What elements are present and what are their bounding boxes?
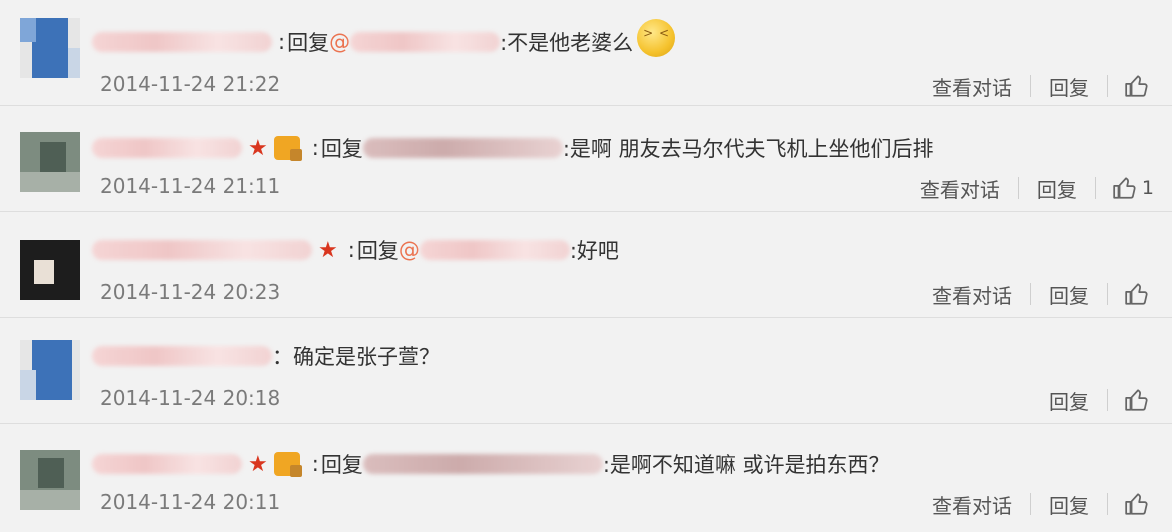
timestamp[interactable]: 2014-11-24 20:11 [100,490,280,514]
like-button[interactable] [1108,491,1172,517]
comment-line: ★ : 回复 @ :好吧 [92,232,619,268]
timestamp[interactable]: 2014-11-24 21:11 [100,174,280,198]
like-button[interactable] [1108,73,1172,99]
avatar[interactable] [20,450,80,510]
comment-actions: 查看对话 回复 1 [902,172,1172,204]
username-blurred[interactable] [92,138,242,158]
timestamp[interactable]: 2014-11-24 20:18 [100,386,280,410]
thumbs-up-icon [1125,75,1148,97]
comment-actions: 查看对话 回复 [914,70,1172,102]
medal-icon [273,452,302,477]
thumbs-up-icon [1113,177,1136,199]
reply-link[interactable]: 回复 [1031,386,1107,415]
comment-text: :是啊 朋友去马尔代夫飞机上坐他们后排 [562,137,934,161]
timestamp[interactable]: 2014-11-24 20:23 [100,280,280,304]
star-icon: ★ [248,135,268,161]
medal-icon [273,136,302,161]
username-blurred[interactable] [92,346,272,366]
like-count: 1 [1141,177,1154,199]
comment-line: ★ : 回复 :是啊 朋友去马尔代夫飞机上坐他们后排 [92,130,934,166]
view-conversation-link[interactable]: 查看对话 [902,174,1018,203]
avatar[interactable] [20,340,80,400]
emoji-icon [637,19,676,57]
reply-prefix: 回复 [320,453,363,477]
comment-text: :不是他老婆么 [500,31,634,55]
reply-link[interactable]: 回复 [1031,280,1107,309]
comment-line: ★ : 回复 :是啊不知道嘛 或许是拍东西？ [92,446,890,482]
comment-actions: 回复 [1031,384,1172,416]
username-blurred[interactable] [92,32,272,52]
comment-line: ：确定是张子萱？ [92,338,440,374]
username-blurred[interactable] [92,240,312,260]
avatar[interactable] [20,240,80,300]
avatar[interactable] [20,18,80,78]
like-button[interactable] [1108,281,1172,307]
star-icon: ★ [248,451,268,477]
comment-item: ★ : 回复 :是啊不知道嘛 或许是拍东西？ 2014-11-24 20:11 … [0,424,1172,530]
reply-prefix: 回复 [320,137,363,161]
reply-link[interactable]: 回复 [1031,490,1107,519]
mention-blurred[interactable] [362,138,563,158]
comment-item: ★ : 回复 :是啊 朋友去马尔代夫飞机上坐他们后排 2014-11-24 21… [0,106,1172,212]
comment-item: : 回复 @ :不是他老婆么 2014-11-24 21:22 查看对话 回复 [0,0,1172,106]
reply-link[interactable]: 回复 [1019,174,1095,203]
avatar[interactable] [20,132,80,192]
comment-item: ★ : 回复 @ :好吧 2014-11-24 20:23 查看对话 回复 [0,212,1172,318]
mention-blurred[interactable] [419,240,570,260]
timestamp[interactable]: 2014-11-24 21:22 [100,72,280,96]
mention-blurred[interactable] [362,454,603,474]
mention-blurred[interactable] [350,32,501,52]
comment-feed: : 回复 @ :不是他老婆么 2014-11-24 21:22 查看对话 回复 [0,0,1172,532]
comment-text: ：确定是张子萱？ [272,345,440,369]
view-conversation-link[interactable]: 查看对话 [914,72,1030,101]
thumbs-up-icon [1125,493,1148,515]
comment-text: :好吧 [569,239,619,263]
comment-line: : 回复 @ :不是他老婆么 [92,19,676,60]
like-button[interactable] [1108,387,1172,413]
like-button[interactable]: 1 [1096,175,1172,201]
comment-actions: 查看对话 回复 [914,488,1172,520]
reply-prefix: 回复 [287,31,330,55]
mention-at[interactable]: @ [399,238,420,262]
mention-at[interactable]: @ [329,30,350,54]
reply-prefix: 回复 [356,239,399,263]
comment-item: ：确定是张子萱？ 2014-11-24 20:18 回复 [0,318,1172,424]
thumbs-up-icon [1125,283,1148,305]
view-conversation-link[interactable]: 查看对话 [914,490,1030,519]
view-conversation-link[interactable]: 查看对话 [914,280,1030,309]
thumbs-up-icon [1125,389,1148,411]
star-icon: ★ [318,237,338,263]
username-blurred[interactable] [92,454,242,474]
reply-link[interactable]: 回复 [1031,72,1107,101]
comment-text: :是啊不知道嘛 或许是拍东西？ [602,453,890,477]
comment-actions: 查看对话 回复 [914,278,1172,310]
